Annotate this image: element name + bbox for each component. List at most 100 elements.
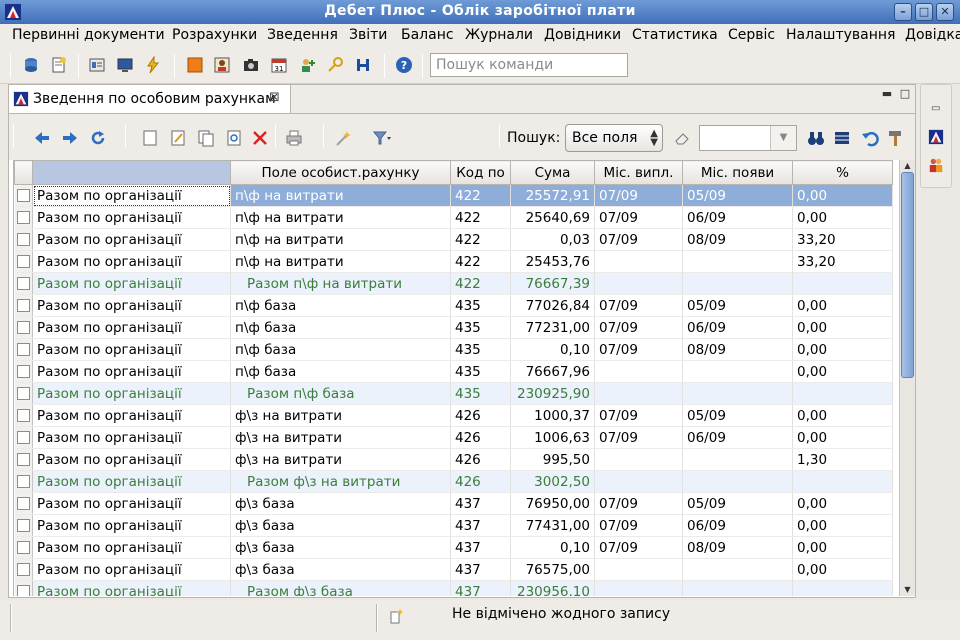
cell-sum[interactable]: 0,03 xyxy=(510,228,595,251)
cell-account-field[interactable]: п\ф база xyxy=(230,338,451,361)
cell-sum[interactable]: 76667,39 xyxy=(510,272,595,295)
cell-percent[interactable] xyxy=(792,272,893,295)
cell-appear-month[interactable]: 08/09 xyxy=(682,338,793,361)
cell-account-field[interactable]: Разом ф\з база xyxy=(230,580,451,596)
command-search-input[interactable]: Пошук команди xyxy=(430,53,628,77)
cell-organization[interactable]: Разом по організації xyxy=(32,360,231,383)
cell-sum[interactable]: 25640,69 xyxy=(510,206,595,229)
menu-reports[interactable]: Звіти xyxy=(349,27,387,43)
cell-sum[interactable]: 1006,63 xyxy=(510,426,595,449)
cell-organization[interactable]: Разом по організації xyxy=(32,514,231,537)
table-row[interactable]: Разом по організації ф\з на витрати 426 100… xyxy=(14,426,893,449)
column-header-percent[interactable]: % xyxy=(792,160,893,185)
row-checkbox[interactable] xyxy=(16,453,30,466)
cell-pay-month[interactable] xyxy=(594,580,683,596)
cell-organization[interactable]: Разом по організації xyxy=(32,470,231,493)
cell-account-field[interactable]: ф\з база xyxy=(230,536,451,559)
column-header-appear-month[interactable]: Міс. появи xyxy=(682,160,793,185)
cell-sum[interactable]: 230925,90 xyxy=(510,382,595,405)
cell-code[interactable]: 435 xyxy=(450,338,511,361)
cell-code[interactable]: 437 xyxy=(450,536,511,559)
app-perspective-icon[interactable] xyxy=(928,129,944,145)
menu-balance[interactable]: Баланс xyxy=(401,27,454,43)
cell-percent[interactable]: 0,00 xyxy=(792,316,893,339)
cell-code[interactable]: 422 xyxy=(450,206,511,229)
eraser-icon[interactable] xyxy=(673,129,691,147)
cell-code[interactable]: 437 xyxy=(450,558,511,581)
cell-appear-month[interactable] xyxy=(682,272,793,295)
cell-code[interactable]: 437 xyxy=(450,514,511,537)
cell-percent[interactable]: 33,20 xyxy=(792,228,893,251)
cell-code[interactable]: 426 xyxy=(450,404,511,427)
chevron-down-icon[interactable]: ▼ xyxy=(770,126,796,150)
cell-percent[interactable]: 0,00 xyxy=(792,492,893,515)
row-checkbox[interactable] xyxy=(16,365,30,378)
columns-icon[interactable] xyxy=(833,129,851,147)
row-checkbox[interactable] xyxy=(16,255,30,268)
row-checkbox[interactable] xyxy=(16,431,30,444)
close-button[interactable]: ✕ xyxy=(936,3,954,21)
cell-percent[interactable]: 0,00 xyxy=(792,514,893,537)
table-row-subtotal[interactable]: Разом по організації Разом п\ф на витрати… xyxy=(14,272,893,295)
cell-account-field[interactable]: ф\з на витрати xyxy=(230,404,451,427)
tools-icon[interactable] xyxy=(354,56,372,74)
cell-percent[interactable] xyxy=(792,580,893,596)
cell-account-field[interactable]: п\ф на витрати xyxy=(230,206,451,229)
cell-code[interactable]: 422 xyxy=(450,184,511,207)
cell-code[interactable]: 435 xyxy=(450,360,511,383)
cell-account-field[interactable]: Разом п\ф на витрати xyxy=(230,272,451,295)
tab-close-icon[interactable]: ⊠ xyxy=(269,90,280,105)
row-checkbox[interactable] xyxy=(16,189,30,202)
row-checkbox[interactable] xyxy=(16,277,30,290)
menu-summaries[interactable]: Зведення xyxy=(267,27,338,43)
table-row[interactable]: Разом по організації п\ф на витрати 422 254… xyxy=(14,250,893,273)
cell-code[interactable]: 435 xyxy=(450,316,511,339)
row-checkbox[interactable] xyxy=(16,497,30,510)
cell-organization[interactable]: Разом по організації xyxy=(32,184,231,207)
view-minimize-icon[interactable]: ▬ xyxy=(881,88,893,101)
table-row[interactable]: Разом по організації п\ф база 435 77026,84 0… xyxy=(14,294,893,317)
table-row[interactable]: Разом по організації п\ф на витрати 422 256… xyxy=(14,206,893,229)
maximize-button[interactable]: □ xyxy=(915,3,933,21)
cell-appear-month[interactable] xyxy=(682,580,793,596)
cell-percent[interactable] xyxy=(792,382,893,405)
cell-appear-month[interactable]: 06/09 xyxy=(682,206,793,229)
column-header-account-field[interactable]: Поле особист.рахунку xyxy=(230,160,451,185)
undo-icon[interactable] xyxy=(861,129,879,147)
cell-organization[interactable]: Разом по організації xyxy=(32,294,231,317)
cell-percent[interactable]: 0,00 xyxy=(792,426,893,449)
cell-code[interactable]: 422 xyxy=(450,228,511,251)
menu-settings[interactable]: Налаштування xyxy=(786,27,895,43)
row-checkbox[interactable] xyxy=(16,541,30,554)
cell-code[interactable]: 435 xyxy=(450,382,511,405)
row-checkbox[interactable] xyxy=(16,519,30,532)
cell-organization[interactable]: Разом по організації xyxy=(32,426,231,449)
cell-organization[interactable]: Разом по організації xyxy=(32,250,231,273)
cell-account-field[interactable]: ф\з база xyxy=(230,492,451,515)
row-checkbox[interactable] xyxy=(16,343,30,356)
search-value-combo[interactable]: ▼ xyxy=(699,125,797,151)
cell-code[interactable]: 422 xyxy=(450,250,511,273)
cell-appear-month[interactable] xyxy=(682,470,793,493)
cell-pay-month[interactable] xyxy=(594,272,683,295)
cell-sum[interactable]: 25453,76 xyxy=(510,250,595,273)
cell-organization[interactable]: Разом по організації xyxy=(32,272,231,295)
table-row[interactable]: Разом по організації п\ф на витрати 422 255… xyxy=(14,184,893,207)
minimize-button[interactable]: – xyxy=(894,3,912,21)
cell-percent[interactable]: 0,00 xyxy=(792,206,893,229)
camera-icon[interactable] xyxy=(242,56,260,74)
cell-pay-month[interactable] xyxy=(594,448,683,471)
cell-appear-month[interactable]: 05/09 xyxy=(682,492,793,515)
cell-account-field[interactable]: ф\з на витрати xyxy=(230,448,451,471)
column-header-pay-month[interactable]: Міс. випл. xyxy=(594,160,683,185)
cell-sum[interactable]: 1000,37 xyxy=(510,404,595,427)
cell-appear-month[interactable]: 06/09 xyxy=(682,514,793,537)
cell-organization[interactable]: Разом по організації xyxy=(32,228,231,251)
refresh-icon[interactable] xyxy=(89,129,107,147)
cell-appear-month[interactable] xyxy=(682,448,793,471)
cell-pay-month[interactable]: 07/09 xyxy=(594,338,683,361)
row-checkbox[interactable] xyxy=(16,475,30,488)
edit-record-icon[interactable] xyxy=(169,129,187,147)
table-row-subtotal[interactable]: Разом по організації Разом ф\з база 437 230… xyxy=(14,580,893,596)
row-checkbox[interactable] xyxy=(16,321,30,334)
